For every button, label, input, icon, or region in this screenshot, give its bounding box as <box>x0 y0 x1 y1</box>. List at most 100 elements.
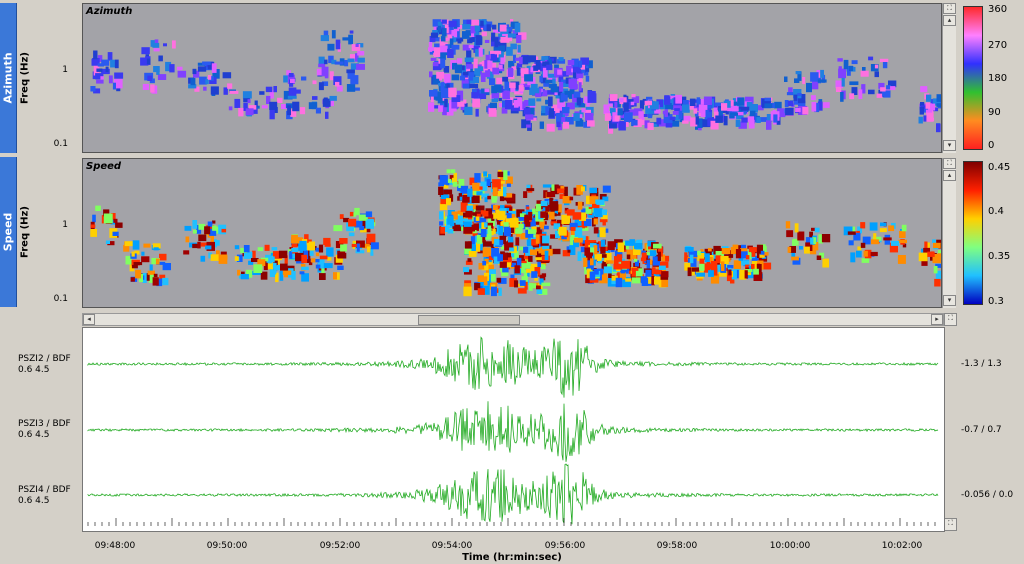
spectrogram-cell <box>477 275 485 282</box>
spectrogram-cell <box>764 97 771 102</box>
spectrogram-cell <box>546 64 553 71</box>
spectrogram-cell <box>484 197 488 203</box>
azimuth-spectrogram[interactable]: Azimuth <box>82 3 942 153</box>
spectrogram-cell <box>247 99 251 104</box>
spectrogram-cell <box>735 249 742 259</box>
spectrogram-cell <box>932 239 936 243</box>
spectrogram-cell <box>658 265 666 270</box>
spectrogram-cell <box>751 251 756 257</box>
spectrogram-cell <box>721 103 728 111</box>
spectrogram-cell <box>464 221 472 227</box>
spectrogram-cell <box>728 254 734 258</box>
scroll-left-icon[interactable]: ◂ <box>83 314 95 325</box>
speed-vscroll[interactable]: ⛶ ▴ ▾ <box>942 158 956 308</box>
spectrogram-cell <box>434 47 441 58</box>
spectrogram-cell <box>283 75 288 83</box>
spectrogram-cell <box>551 201 559 209</box>
spectrogram-cell <box>468 251 477 257</box>
spectrogram-cell <box>325 111 329 119</box>
spectrogram-cell <box>503 226 511 237</box>
azimuth-expand-icon[interactable]: ⛶ <box>943 3 956 14</box>
spectrogram-cell <box>471 92 479 99</box>
spectrogram-cell <box>723 116 728 126</box>
spectrogram-cell <box>192 68 197 75</box>
speed-spectrogram[interactable]: Speed <box>82 158 942 308</box>
spectrogram-cell <box>96 79 104 84</box>
spectrogram-cell <box>541 56 549 60</box>
azimuth-vscroll[interactable]: ⛶ ▴ ▾ <box>942 3 956 153</box>
spectrogram-cell <box>124 241 134 247</box>
spectrogram-cell <box>936 94 941 102</box>
spectrogram-cell <box>802 106 809 115</box>
spectrogram-cell <box>603 104 610 114</box>
spectrogram-cell <box>933 242 941 249</box>
azimuth-colorbar <box>963 6 983 150</box>
spectrogram-cell <box>745 255 750 260</box>
spectrogram-cell <box>549 197 553 208</box>
spectrogram-cell <box>669 116 676 120</box>
spectrogram-cell <box>618 98 624 103</box>
spectrogram-cell <box>466 50 472 59</box>
tab-azimuth[interactable]: Azimuth <box>0 3 17 153</box>
spectrogram-cell <box>107 52 113 61</box>
spectrogram-cell <box>443 73 451 84</box>
spectrogram-cell <box>543 82 550 87</box>
spectrogram-cell <box>350 75 359 85</box>
spectrogram-cell <box>150 84 155 93</box>
tab-speed[interactable]: Speed <box>0 157 17 307</box>
spectrogram-cell <box>540 201 548 207</box>
spectrogram-cell <box>633 243 643 249</box>
spectrogram-cell <box>774 101 782 109</box>
spectrogram-cell <box>234 245 240 250</box>
spectrogram-cell <box>443 189 453 195</box>
channel-amplitude: -0.056 / 0.0 <box>961 490 1014 500</box>
spectrogram-cell <box>870 251 878 257</box>
spectrogram-cell <box>649 250 657 257</box>
spectrogram-cell <box>90 86 96 92</box>
spectrogram-cell <box>269 101 278 110</box>
speed-scroll-down-icon[interactable]: ▾ <box>943 295 956 306</box>
wave-expand-icon[interactable]: ⛶ <box>944 313 957 326</box>
spectrogram-cell <box>926 94 932 102</box>
spectrogram-cell <box>576 97 582 106</box>
spectrogram-cell <box>475 216 480 221</box>
waveform-panel[interactable] <box>82 327 945 532</box>
spectrogram-cell <box>499 239 504 245</box>
wave-expand-bottom-icon[interactable]: ⛶ <box>944 518 957 531</box>
spectrogram-cell <box>477 288 485 295</box>
speed-title: Speed <box>86 161 122 172</box>
spectrogram-cell <box>291 243 298 248</box>
speed-scroll-up-icon[interactable]: ▴ <box>943 170 956 181</box>
spectrogram-cell <box>486 179 491 186</box>
spectrogram-cell <box>542 235 550 244</box>
spectrogram-cell <box>664 96 671 105</box>
spectrogram-cell <box>482 261 487 266</box>
spectrogram-cell <box>498 226 503 236</box>
spectrogram-cell <box>882 62 888 69</box>
spectrogram-cell <box>338 252 347 259</box>
spectrogram-cell <box>526 188 535 192</box>
spectrogram-cell <box>711 261 718 271</box>
spectrogram-cell <box>264 244 270 251</box>
spectrogram-cell <box>546 191 556 198</box>
speed-expand-icon[interactable]: ⛶ <box>943 158 956 169</box>
spectrogram-cell <box>436 71 445 79</box>
spectrogram-cell <box>479 217 487 223</box>
azimuth-scroll-up-icon[interactable]: ▴ <box>943 15 956 26</box>
spectrogram-cell <box>472 212 477 216</box>
scroll-thumb[interactable] <box>418 315 520 325</box>
spectrogram-cell <box>568 78 578 88</box>
spectrogram-cell <box>457 39 462 44</box>
spectrogram-cell <box>597 257 602 261</box>
spectrogram-cell <box>573 66 581 73</box>
scroll-right-icon[interactable]: ▸ <box>931 314 943 325</box>
azimuth-scroll-down-icon[interactable]: ▾ <box>943 140 956 151</box>
spectrogram-cell <box>583 257 588 267</box>
time-hscroll[interactable]: ◂ ▸ <box>82 313 944 326</box>
spectrogram-cell <box>356 63 365 70</box>
spectrogram-cell <box>596 200 605 205</box>
spectrogram-cell <box>898 239 907 243</box>
spectrogram-cell <box>484 222 488 228</box>
speed-ytick-1: 1 <box>62 220 68 230</box>
spectrogram-cell <box>773 114 778 123</box>
